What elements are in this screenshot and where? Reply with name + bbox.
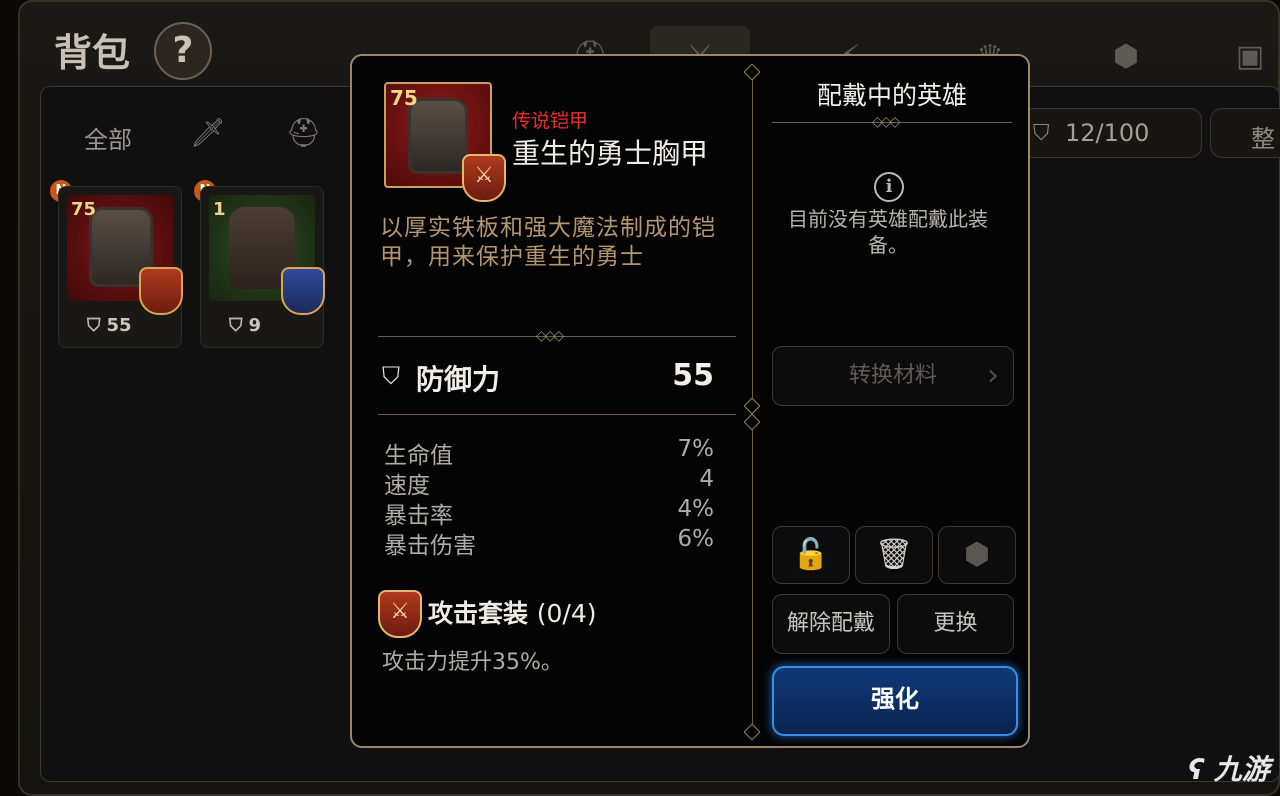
item-rarity: 传说铠甲 [512,110,589,132]
item-detail-popup: 75 ⚔ 传说铠甲 重生的勇士胸甲 以厚实铁板和强大魔法制成的铠甲，用来保护重生… [350,54,1030,748]
material-tab[interactable]: ⬢ [1076,26,1176,88]
item-level: 75 [71,199,97,220]
capacity-value: 12/100 [1065,119,1150,147]
divider [378,414,736,415]
sub-stats-list: 生命值 7% 速度 4 暴击率 4% 暴击伤害 6% [384,436,714,559]
item-description: 以厚实铁板和强大魔法制成的铠甲，用来保护重生的勇士 [380,215,716,270]
info-icon: i [874,172,904,202]
shield-icon: ⛉ [87,315,101,336]
divider: ◇◇◇ [378,328,736,344]
replace-button[interactable]: 更换 [897,594,1014,654]
shield-icon: ⛉ [382,362,400,390]
unequip-button[interactable]: 解除配戴 [772,594,890,654]
attack-set-icon: ⚔ [378,590,422,638]
inventory-item-card[interactable]: 1 ⛉ 9 [200,186,325,348]
backpack-icon: ▣ [1235,39,1265,74]
chevron-right-icon: › [987,358,999,393]
no-hero-message: 目前没有英雄配戴此装备。 [788,207,988,257]
filter-all[interactable]: 全部 [84,120,132,155]
column-divider [743,63,761,741]
cube-icon: ⬢ [1112,39,1140,74]
shield-icon: ⛉ [1033,121,1050,146]
sub-stat-row: 生命值 7% [384,436,714,469]
sub-stat-row: 暴击率 4% [384,496,714,529]
helmet-filter-icon[interactable]: ⛑ [286,116,322,149]
attack-set-icon: ⚔ [462,154,506,202]
item-level: 1 [213,199,226,220]
set-title: 攻击套装 (0/4) [428,599,597,628]
delete-button[interactable]: 🗑 [855,526,933,584]
main-stat-label: 防御力 [416,363,501,396]
item-defense: ⛉ 55 [87,315,132,336]
item-defense: ⛉ 9 [229,315,262,336]
equipped-hero-title: 配戴中的英雄 [816,81,967,110]
convert-material-button[interactable]: 转换材料 › [772,346,1014,406]
backpack-tab[interactable]: ▣ [1200,26,1280,88]
trash-icon: 🗑 [874,537,914,572]
item-name: 重生的勇士胸甲 [512,137,709,170]
set-effect: 攻击力提升35%。 [382,650,563,675]
health-set-icon [281,267,325,315]
enhance-button[interactable]: 强化 [772,666,1018,736]
watermark-logo: ʕ 九游 [1188,753,1270,786]
material-button[interactable]: ⬢ [938,526,1016,584]
sub-stat-row: 速度 4 [384,466,714,499]
shield-icon: ⛉ [229,315,243,336]
inventory-title: 背包 [54,31,131,75]
main-stat-value: 55 [672,358,714,393]
item-level: 75 [390,86,418,110]
divider: ◇◇◇ [772,114,1012,130]
attack-set-icon [139,267,183,315]
sort-button[interactable]: 整 [1210,108,1280,158]
lock-button[interactable]: 🔓 [772,526,850,584]
unlock-icon: 🔓 [792,537,830,572]
cube-icon: ⬢ [963,537,991,572]
help-button[interactable]: ? [154,22,212,80]
inventory-item-card[interactable]: 75 ⛉ 55 [58,186,183,348]
sub-stat-row: 暴击伤害 6% [384,526,714,559]
capacity-display: ⛉ 12/100 [1020,108,1202,158]
sword-filter-icon[interactable]: 🗡 [190,116,226,149]
item-icon: 75 ⚔ [384,82,506,202]
